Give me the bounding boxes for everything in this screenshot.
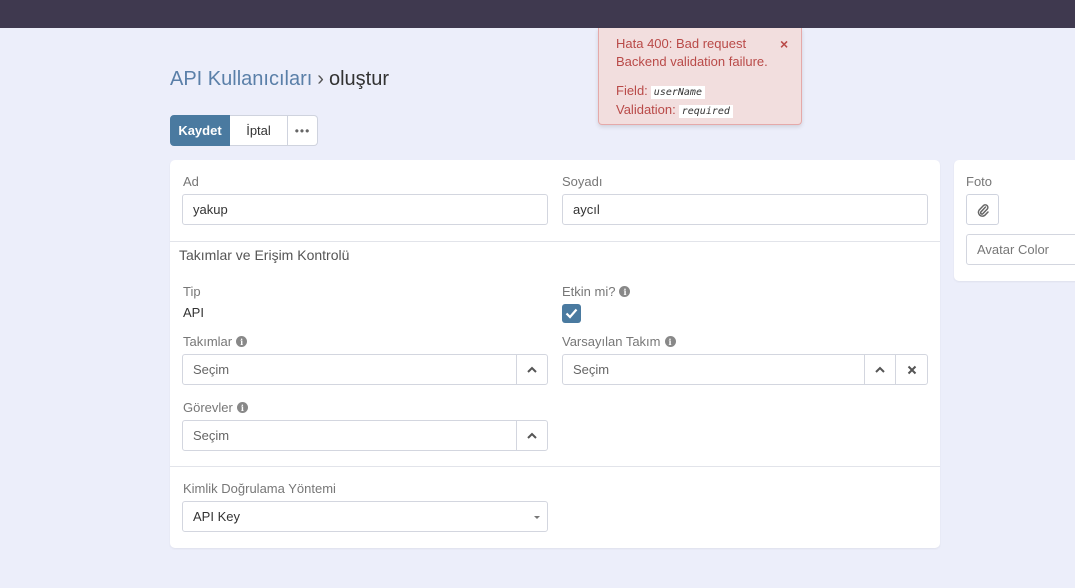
avatar-color-input[interactable]: Avatar Color: [966, 234, 1075, 265]
roles-toggle-button[interactable]: [516, 420, 548, 451]
last-name-field[interactable]: aycıl: [562, 194, 928, 225]
main-form-panel: Ad yakup Soyadı aycıl Takımlar ve Erişim…: [170, 160, 940, 548]
default-team-toggle-button[interactable]: [864, 354, 896, 385]
info-icon: i: [236, 336, 248, 347]
info-icon: i: [236, 402, 248, 413]
default-team-placeholder: Seçim: [573, 362, 610, 377]
teams-toggle-button[interactable]: [516, 354, 548, 385]
toast-field-value: userName: [650, 86, 705, 99]
toast-validation-label: Validation:: [616, 102, 676, 117]
active-label-text: Etkin mi?: [562, 284, 616, 299]
teams-label-text: Takımlar: [183, 334, 233, 349]
attach-photo-button[interactable]: [966, 194, 999, 225]
auth-method-value: API Key: [193, 509, 240, 524]
teams-label: Takımlar i: [183, 334, 248, 349]
default-team-select[interactable]: Seçim: [562, 354, 865, 385]
toast-field-label: Field:: [616, 83, 648, 98]
toast-validation-line: Validation: required: [616, 102, 733, 118]
breadcrumb-parent-link[interactable]: API Kullanıcıları: [170, 68, 312, 90]
section-title: Takımlar ve Erişim Kontrolü: [179, 247, 350, 263]
auth-method-select[interactable]: API Key: [182, 501, 548, 532]
type-value: API: [183, 305, 204, 320]
close-icon: [907, 365, 916, 374]
cancel-button[interactable]: İptal: [230, 115, 288, 146]
default-team-clear-button[interactable]: [895, 354, 928, 385]
more-actions-button[interactable]: •••: [288, 115, 318, 146]
roles-select[interactable]: Seçim: [182, 420, 517, 451]
first-name-field[interactable]: yakup: [182, 194, 548, 225]
section-divider: [170, 466, 940, 467]
chevron-up-icon: [527, 366, 537, 373]
side-panel: Foto Avatar Color: [954, 160, 1075, 281]
roles-label: Görevler i: [183, 400, 248, 415]
default-team-label-text: Varsayılan Takım: [562, 334, 661, 349]
toast-title: Hata 400: Bad request: [616, 36, 747, 51]
active-checkbox[interactable]: [562, 304, 581, 323]
active-label: Etkin mi? i: [562, 284, 631, 299]
toast-field-line: Field: userName: [616, 83, 705, 99]
last-name-label: Soyadı: [562, 174, 603, 189]
paperclip-icon: [977, 203, 989, 217]
first-name-label: Ad: [183, 174, 199, 189]
breadcrumb: API Kullanıcıları › oluştur: [170, 68, 389, 91]
toast-validation-value: required: [678, 105, 733, 118]
toast-close-button[interactable]: ×: [780, 36, 788, 52]
save-button[interactable]: Kaydet: [170, 115, 230, 146]
chevron-up-icon: [527, 432, 537, 439]
info-icon: i: [619, 286, 631, 297]
roles-placeholder: Seçim: [193, 428, 230, 443]
checkmark-icon: [565, 308, 578, 319]
photo-label: Foto: [966, 174, 993, 189]
avatar-color-placeholder: Avatar Color: [977, 242, 1050, 257]
teams-select[interactable]: Seçim: [182, 354, 517, 385]
default-team-label: Varsayılan Takım i: [562, 334, 676, 349]
auth-method-label: Kimlik Doğrulama Yöntemi: [183, 481, 336, 496]
action-button-group: Kaydet İptal •••: [170, 115, 318, 146]
breadcrumb-separator: ›: [317, 68, 324, 90]
teams-placeholder: Seçim: [193, 362, 230, 377]
error-toast: Hata 400: Bad request Backend validation…: [598, 28, 802, 125]
dropdown-caret-icon: [534, 516, 540, 519]
info-icon: i: [664, 336, 676, 347]
section-divider: [170, 241, 940, 242]
roles-label-text: Görevler: [183, 400, 233, 415]
type-label: Tip: [183, 284, 201, 299]
page-title: oluştur: [328, 68, 389, 90]
toast-message: Backend validation failure.: [616, 54, 768, 69]
chevron-up-icon: [875, 366, 885, 373]
top-navbar: [0, 0, 1075, 28]
